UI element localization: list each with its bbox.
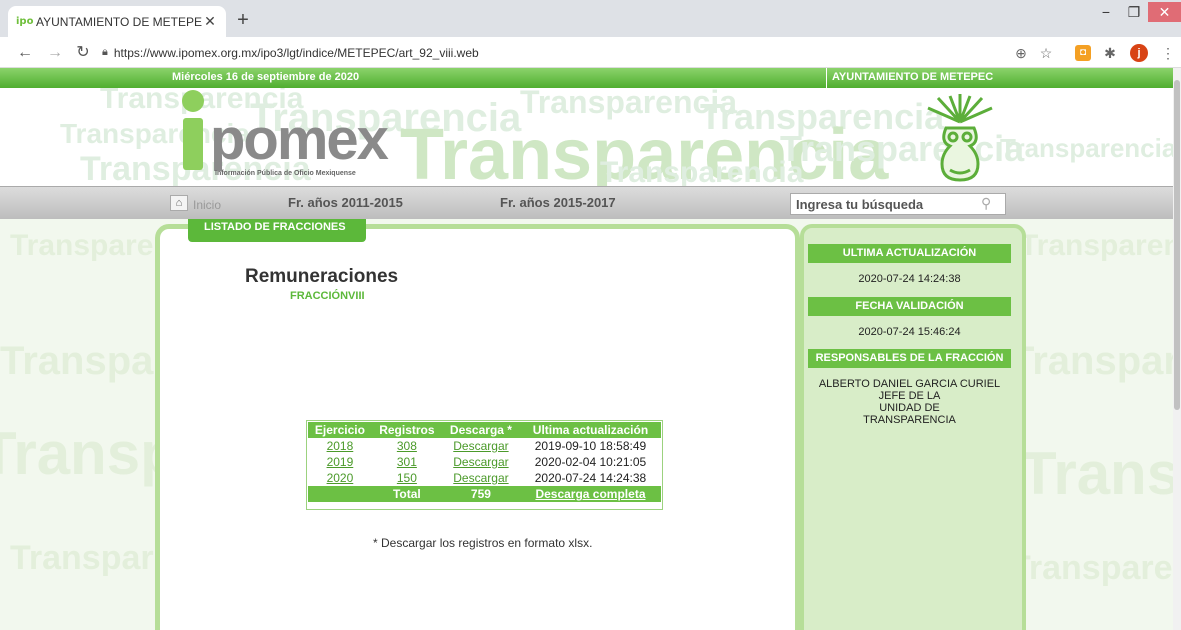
table-row: 2019 301 Descargar 2020-02-04 10:21:05: [308, 454, 661, 470]
search-box: ⚲: [790, 193, 1006, 215]
search-input[interactable]: [791, 194, 971, 214]
top-info-bar: Miércoles 16 de septiembre de 2020 AYUNT…: [0, 68, 1173, 88]
nav-link-2015-2017[interactable]: Fr. años 2015-2017: [500, 195, 616, 210]
url-text: https://www.ipomex.org.mx/ipo3/lgt/indic…: [113, 45, 479, 60]
site-favicon-icon: ipo: [16, 16, 34, 27]
total-count: 759: [441, 486, 520, 502]
validation-date-value: 2020-07-24 15:46:24: [858, 326, 961, 338]
zoom-icon[interactable]: ⊕: [1011, 43, 1031, 63]
responsible-name: ALBERTO DANIEL GARCIA CURIEL: [818, 378, 1001, 390]
full-download-link[interactable]: Descarga completa: [535, 487, 645, 501]
fraction-label: FRACCIÓNVIII: [290, 290, 365, 302]
records-count-link[interactable]: 150: [397, 471, 417, 485]
updated-date: 2020-07-24 14:24:38: [519, 470, 661, 486]
records-count-link[interactable]: 301: [397, 455, 417, 469]
organization-name: AYUNTAMIENTO DE METEPEC: [832, 71, 994, 83]
search-icon[interactable]: ⚲: [981, 195, 991, 212]
table-row: 2020 150 Descargar 2020-07-24 14:24:38: [308, 470, 661, 486]
page-title: Remuneraciones: [245, 266, 399, 287]
window-minimize-icon[interactable]: −: [1092, 2, 1120, 22]
watermark-text: Transparencia: [1000, 133, 1173, 163]
nav-link-2011-2015[interactable]: Fr. años 2011-2015: [288, 195, 403, 210]
column-header: Registros: [371, 422, 442, 438]
address-bar[interactable]: 🔒︎ https://www.ipomex.org.mx/ipo3/lgt/in…: [102, 40, 1057, 65]
puzzle-extensions-icon[interactable]: ✱: [1100, 43, 1120, 63]
download-link[interactable]: Descargar: [453, 471, 508, 485]
last-update-value: 2020-07-24 14:24:38: [858, 273, 961, 285]
watermark-text: Transparencia: [1020, 440, 1173, 507]
site-banner: Transparencia Transparencia Transparenci…: [0, 88, 1173, 186]
listado-fracciones-tab[interactable]: LISTADO DE FRACCIONES: [188, 219, 366, 242]
close-tab-icon[interactable]: ✕: [202, 13, 218, 30]
browser-tab[interactable]: ipo AYUNTAMIENTO DE METEPEC - I ✕: [8, 6, 226, 37]
watermark-text: Transparencia: [1020, 229, 1173, 262]
scrollbar-thumb[interactable]: [1174, 80, 1180, 410]
watermark-text: Transparencia: [1010, 549, 1173, 587]
ipomex-logo-subtitle: Información Pública de Oficio Mexiquense: [215, 170, 356, 177]
records-count-link[interactable]: 308: [397, 439, 417, 453]
validation-date-header: FECHA VALIDACIÓN: [808, 297, 1011, 316]
window-maximize-icon[interactable]: ❐: [1120, 2, 1148, 22]
divider: [826, 68, 827, 88]
bookmark-star-icon[interactable]: ☆: [1036, 43, 1056, 63]
ipomex-logo-dot: [182, 90, 204, 112]
watermark-text: Transparencia: [600, 156, 804, 186]
total-empty-cell: [308, 486, 372, 502]
reload-icon[interactable]: ↻: [72, 42, 94, 64]
download-link[interactable]: Descargar: [453, 439, 508, 453]
page-scrollbar[interactable]: [1173, 68, 1181, 630]
home-icon[interactable]: ⌂: [170, 195, 188, 211]
nav-home-link[interactable]: Inicio: [193, 198, 221, 212]
year-link[interactable]: 2020: [327, 471, 354, 485]
total-label: Total: [371, 486, 442, 502]
lock-icon: 🔒︎: [102, 46, 108, 58]
current-date: Miércoles 16 de septiembre de 2020: [172, 71, 360, 83]
column-header: Ejercicio: [308, 422, 372, 438]
forward-arrow-icon[interactable]: →: [44, 42, 66, 64]
download-link[interactable]: Descargar: [453, 455, 508, 469]
window-close-icon[interactable]: ✕: [1148, 2, 1181, 22]
web-page: Miércoles 16 de septiembre de 2020 AYUNT…: [0, 68, 1173, 630]
download-note: * Descargar los registros en formato xls…: [373, 536, 593, 550]
menu-kebab-icon[interactable]: ⋮: [1158, 43, 1178, 63]
last-update-header: ULTIMA ACTUALIZACIÓN: [808, 244, 1011, 263]
table-row: 2018 308 Descargar 2019-09-10 18:58:49: [308, 438, 661, 454]
profile-avatar[interactable]: j: [1130, 44, 1148, 62]
browser-toolbar: ← → ↻ 🔒︎ https://www.ipomex.org.mx/ipo3/…: [0, 37, 1181, 68]
year-link[interactable]: 2018: [327, 439, 354, 453]
year-link[interactable]: 2019: [327, 455, 354, 469]
main-nav-bar: ⌂ Inicio Fr. años 2011-2015 Fr. años 201…: [0, 186, 1173, 219]
back-arrow-icon[interactable]: ←: [14, 42, 36, 64]
metepec-glyph-logo: [927, 94, 993, 182]
new-tab-plus-icon[interactable]: +: [233, 10, 253, 30]
records-table: Ejercicio Registros Descarga * Ultima ac…: [308, 422, 661, 502]
extension-icon[interactable]: ◘: [1075, 45, 1091, 61]
responsible-header: RESPONSABLES DE LA FRACCIÓN: [808, 349, 1011, 368]
tab-title: AYUNTAMIENTO DE METEPEC - I: [36, 14, 202, 29]
table-total-row: Total 759 Descarga completa: [308, 486, 661, 502]
ipomex-logo[interactable]: pomex: [210, 110, 389, 170]
updated-date: 2019-09-10 18:58:49: [519, 438, 661, 454]
column-header: Ultima actualización: [519, 422, 661, 438]
column-header: Descarga *: [441, 422, 520, 438]
table-header-row: Ejercicio Registros Descarga * Ultima ac…: [308, 422, 661, 438]
responsible-role: JEFE DE LA UNIDAD DE TRANSPARENCIA: [863, 390, 956, 426]
browser-tab-strip: ipo AYUNTAMIENTO DE METEPEC - I ✕ + − ❐ …: [0, 0, 1181, 37]
watermark-text: Transparencia: [1010, 339, 1173, 383]
ipomex-logo-stem: [183, 118, 203, 170]
updated-date: 2020-02-04 10:21:05: [519, 454, 661, 470]
